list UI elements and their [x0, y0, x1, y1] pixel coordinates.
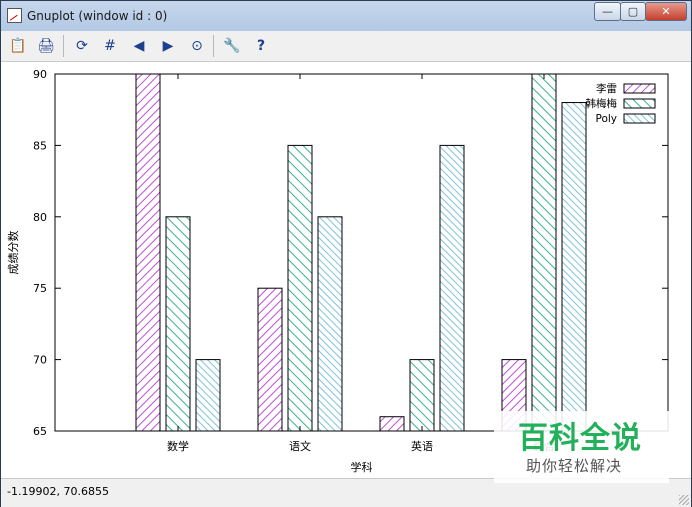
window-title: Gnuplot (window id : 0): [27, 9, 168, 23]
bar-2-3: [561, 102, 587, 432]
close-button[interactable]: ✕: [645, 2, 687, 21]
bar-2-1: [317, 216, 343, 432]
legend-label: 韩梅梅: [586, 97, 618, 110]
zoom-previous-icon[interactable]: ◀: [129, 36, 149, 56]
toolbar: 📋 🖨 ⟳ # ◀ ▶ ⊙ 🔧 ?: [1, 31, 691, 62]
legend-label: Poly: [595, 113, 617, 125]
x-axis-label: 学科: [351, 460, 373, 474]
bar-1-0: [165, 216, 191, 432]
maximize-button[interactable]: ▢: [620, 2, 646, 21]
resize-grip[interactable]: [679, 495, 689, 505]
bar-1-1: [287, 144, 313, 432]
bar-0-2: [379, 416, 405, 432]
replot-icon[interactable]: ⟳: [72, 36, 92, 56]
x-tick-label: 数学: [167, 439, 189, 453]
toolbar-separator: [213, 35, 214, 57]
y-tick-label: 85: [33, 139, 47, 152]
legend-swatch: [623, 83, 656, 94]
bar-0-1: [257, 287, 283, 432]
bar-0-0: [135, 73, 161, 432]
y-tick-label: 65: [33, 425, 47, 438]
bar-1-2: [409, 359, 435, 432]
grid-icon[interactable]: #: [100, 36, 120, 56]
watermark-title: 百科全说: [518, 421, 642, 456]
bar-2-2: [439, 144, 465, 432]
y-tick-label: 70: [33, 354, 47, 367]
autoscale-icon[interactable]: ⊙: [187, 36, 207, 56]
watermark: 百科全说 助你轻松解决: [494, 411, 669, 483]
toolbar-separator: [63, 35, 64, 57]
y-axis-label: 成绩分数: [7, 231, 20, 275]
gnuplot-window: Gnuplot (window id : 0) — ▢ ✕ 📋 🖨 ⟳ # ◀ …: [0, 0, 692, 507]
bar-1-3: [531, 73, 557, 432]
y-tick-label: 75: [33, 282, 47, 295]
copy-to-clipboard-icon[interactable]: 📋: [8, 36, 28, 56]
watermark-subtitle: 助你轻松解决: [526, 457, 623, 475]
print-icon[interactable]: 🖨: [36, 36, 56, 56]
mouse-coordinates: -1.19902, 70.6855: [7, 485, 109, 498]
zoom-next-icon[interactable]: ▶: [158, 36, 178, 56]
minimize-button[interactable]: —: [594, 2, 621, 21]
gnuplot-app-icon: [7, 8, 22, 23]
y-tick-label: 90: [33, 68, 47, 81]
help-icon[interactable]: ?: [251, 36, 271, 56]
x-tick-label: 语文: [289, 439, 311, 453]
options-wrench-icon[interactable]: 🔧: [222, 36, 242, 56]
title-bar[interactable]: Gnuplot (window id : 0) — ▢ ✕: [1, 1, 691, 31]
legend-swatch: [623, 113, 656, 124]
y-tick-label: 80: [33, 211, 47, 224]
bar-2-0: [195, 359, 221, 432]
legend-label: 李雷: [596, 82, 617, 95]
legend-swatch: [623, 98, 656, 109]
x-tick-label: 英语: [411, 439, 433, 453]
